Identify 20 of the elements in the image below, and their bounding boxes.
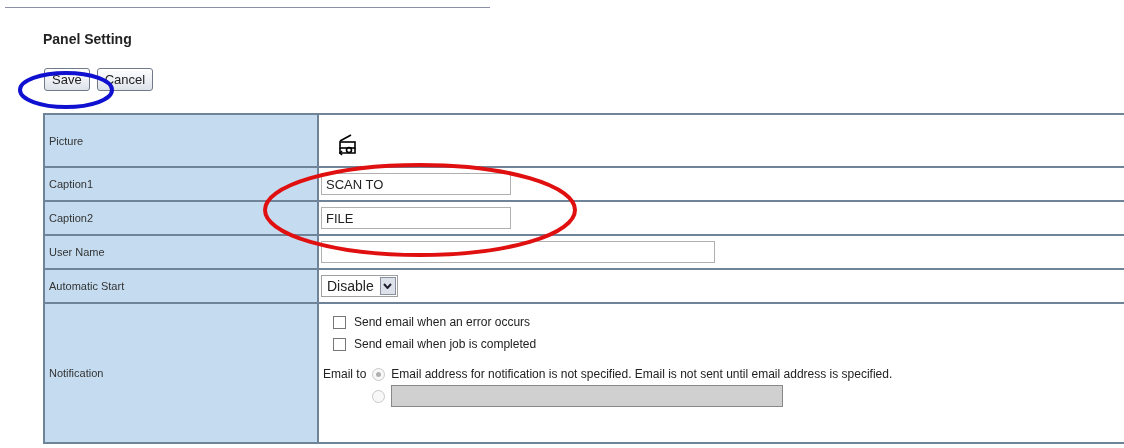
checkbox-label: Send email when job is completed — [354, 337, 537, 351]
checkbox[interactable] — [333, 315, 346, 329]
page-title: Panel Setting — [43, 31, 132, 47]
field-label: Automatic Start — [49, 280, 125, 292]
checkbox-label: Send email when an error occurs — [354, 315, 531, 329]
text-field[interactable] — [321, 241, 715, 263]
text-field[interactable]: SCAN TO — [321, 173, 511, 195]
email-to-label: Email to — [323, 367, 367, 381]
checkbox[interactable] — [333, 337, 346, 351]
field-label: Caption1 — [49, 178, 94, 190]
field-label: Caption2 — [49, 212, 94, 224]
field-label: Notification — [49, 367, 104, 379]
radio-button[interactable] — [372, 367, 386, 381]
scanner-icon — [337, 132, 359, 157]
caret-icon — [383, 283, 393, 289]
notice-text: Email address for notification is not specified. Email is not sent until email address is specified. — [391, 367, 894, 381]
dropdown[interactable]: Disable — [321, 275, 398, 297]
field-label: User Name — [49, 246, 105, 258]
field-label: Picture — [49, 134, 84, 147]
text-field[interactable]: FILE — [321, 207, 511, 229]
